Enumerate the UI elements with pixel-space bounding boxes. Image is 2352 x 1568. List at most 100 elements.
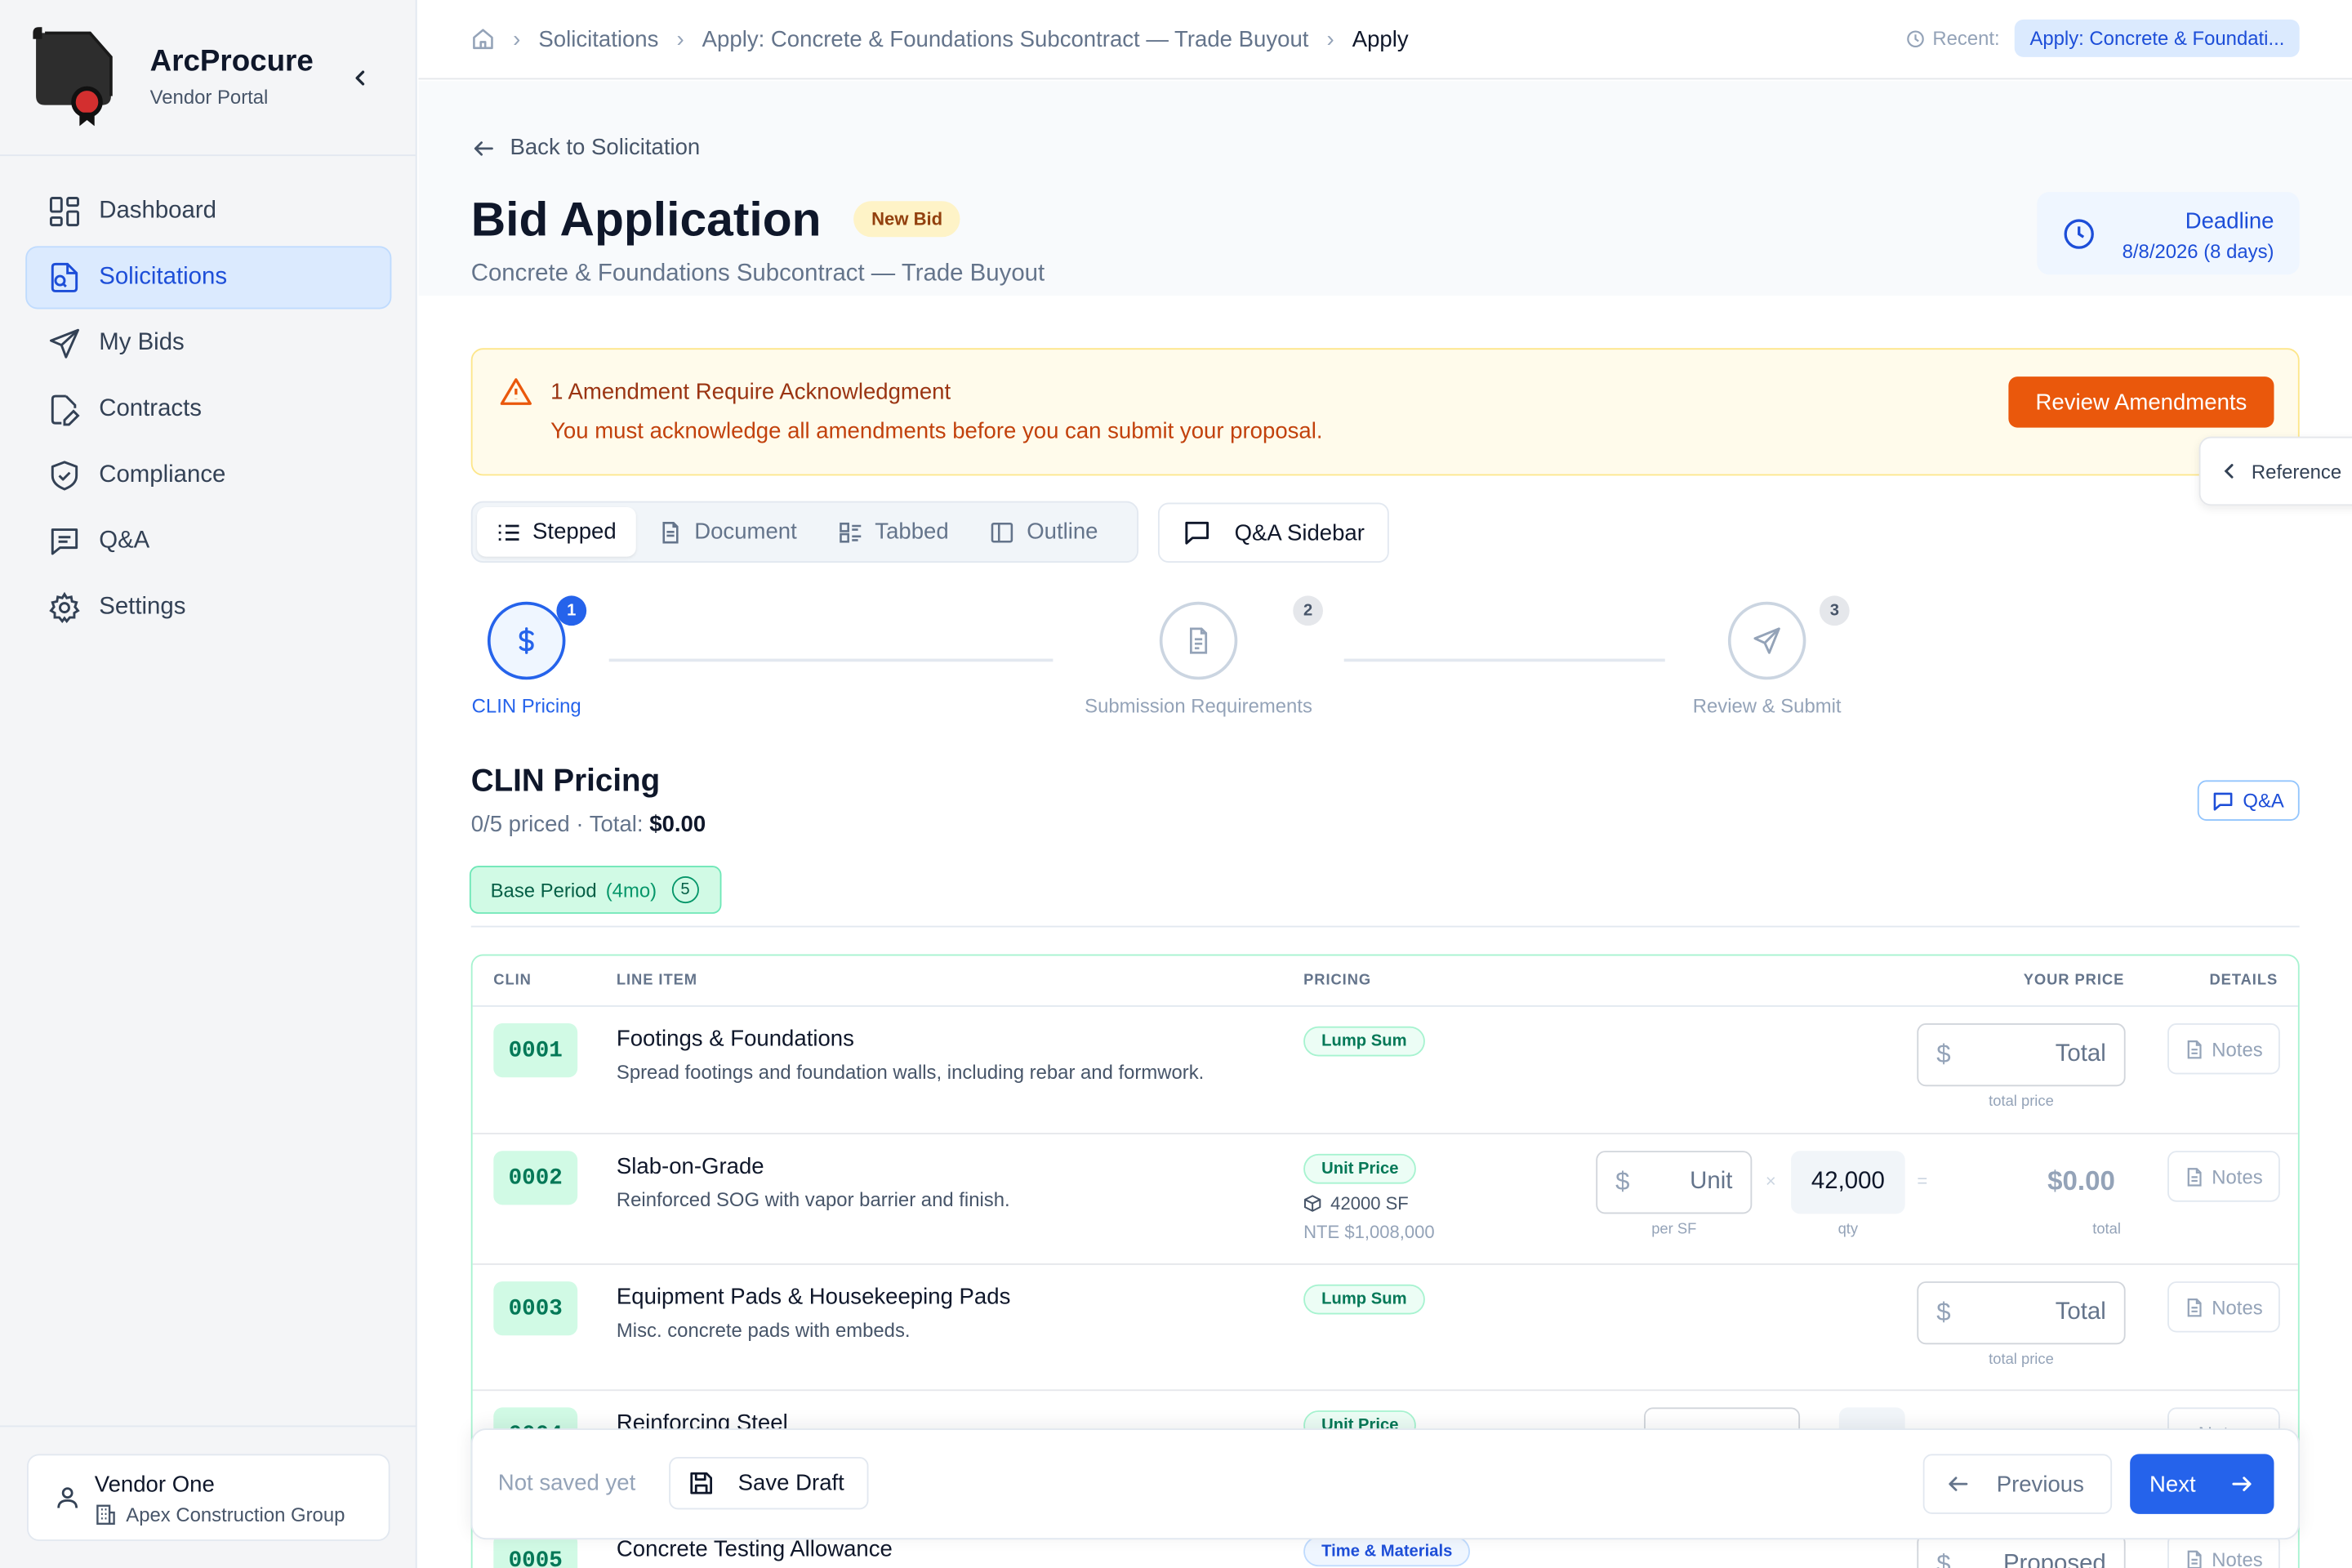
save-icon xyxy=(690,1472,712,1494)
total-price-input[interactable]: $ Total xyxy=(1917,1281,2126,1345)
breadcrumb-solicitations[interactable]: Solicitations xyxy=(538,26,658,51)
input-hint: per SF xyxy=(1651,1221,1697,1238)
review-amendments-button[interactable]: Review Amendments xyxy=(2008,376,2274,428)
topbar: › Solicitations › Apply: Concrete & Foun… xyxy=(418,0,2352,80)
section-total: $0.00 xyxy=(649,811,706,838)
warning-icon xyxy=(500,378,532,405)
action-bar: Not saved yet Save Draft Previous Next xyxy=(470,1428,2300,1540)
document-icon xyxy=(1189,627,1208,654)
file-search-icon xyxy=(51,262,78,292)
file-edit-icon xyxy=(51,394,80,426)
notes-button[interactable]: Notes xyxy=(2167,1151,2280,1202)
user-card[interactable]: Vendor One Apex Construction Group xyxy=(27,1454,390,1541)
clin-number: 0003 xyxy=(493,1281,578,1336)
sidebar-item-settings[interactable]: Settings xyxy=(25,577,391,639)
chevron-left-icon xyxy=(355,70,365,86)
reference-tab[interactable]: Reference xyxy=(2198,436,2352,506)
document-icon xyxy=(2186,1167,2201,1186)
table-row: 0002 Slab-on-Grade Reinforced SOG with v… xyxy=(472,1134,2298,1265)
home-icon[interactable] xyxy=(471,27,495,51)
list-ordered-icon xyxy=(498,523,519,540)
period-count-badge: 5 xyxy=(671,875,699,904)
step-review-submit[interactable]: 3 Review & Submit xyxy=(1677,595,1856,717)
tab-label: Outline xyxy=(1027,519,1098,545)
tab-outline[interactable]: Outline xyxy=(971,507,1117,557)
total-price-input[interactable]: $ Total xyxy=(1917,1023,2126,1087)
user-icon xyxy=(57,1487,78,1508)
input-placeholder: Proposed xyxy=(2002,1551,2106,1568)
step-number: 2 xyxy=(1293,595,1323,626)
section-summary: 0/5 priced · Total: $0.00 xyxy=(471,812,706,837)
clin-number: 0002 xyxy=(493,1151,578,1205)
document-icon xyxy=(662,521,679,543)
sidebar-item-dashboard[interactable]: Dashboard xyxy=(25,180,391,243)
step-submission-requirements[interactable]: 2 Submission Requirements xyxy=(1063,595,1334,717)
send-icon xyxy=(1753,627,1780,654)
page-title: Bid Application xyxy=(470,192,822,247)
alert-title: 1 Amendment Require Acknowledgment xyxy=(550,379,951,406)
deadline-date: 8/8/2026 (8 days) xyxy=(2122,239,2274,263)
tab-base-period[interactable]: Base Period (4mo) 5 xyxy=(469,866,722,914)
clock-icon xyxy=(2064,219,2094,249)
sidebar-item-solicitations[interactable]: Solicitations xyxy=(25,246,392,310)
alert-text: You must acknowledge all amendments befo… xyxy=(550,418,1323,444)
building-icon xyxy=(96,1504,115,1525)
qa-sidebar-label: Q&A Sidebar xyxy=(1234,519,1365,546)
notes-button[interactable]: Notes xyxy=(2167,1281,2280,1333)
back-to-solicitation-link[interactable]: Back to Solicitation xyxy=(471,135,700,161)
notes-button[interactable]: Notes xyxy=(2167,1023,2280,1075)
line-item-title: Slab-on-Grade xyxy=(616,1153,764,1180)
qa-button[interactable]: Q&A xyxy=(2197,780,2300,822)
sidebar-item-qa[interactable]: Q&A xyxy=(25,510,391,573)
priced-summary: 0/5 priced · Total: xyxy=(470,811,644,838)
column-header-your-price: YOUR PRICE xyxy=(2023,972,2125,989)
sidebar-divider xyxy=(0,1425,417,1428)
step-circle xyxy=(487,601,566,680)
arrow-left-icon xyxy=(474,140,493,155)
brand-logo-icon xyxy=(33,27,113,127)
deadline-card: Deadline 8/8/2026 (8 days) xyxy=(2037,192,2300,275)
next-button[interactable]: Next xyxy=(2130,1454,2274,1514)
table-row: 0003 Equipment Pads & Housekeeping Pads … xyxy=(472,1265,2298,1392)
previous-button[interactable]: Previous xyxy=(1922,1454,2113,1514)
collapse-sidebar-button[interactable] xyxy=(345,63,375,93)
step-circle xyxy=(1727,601,1806,680)
save-draft-button[interactable]: Save Draft xyxy=(669,1457,869,1510)
unit-price-input[interactable]: $ Unit xyxy=(1596,1151,1753,1214)
tab-stepped[interactable]: Stepped xyxy=(477,507,636,557)
user-org-label: Apex Construction Group xyxy=(126,1503,345,1526)
nte-amount: NTE $1,008,000 xyxy=(1303,1221,1435,1243)
tab-tabbed[interactable]: Tabbed xyxy=(819,507,968,557)
currency-symbol: $ xyxy=(1936,1040,1951,1069)
sidebar-item-label: Solicitations xyxy=(99,264,228,290)
sidebar-item-label: Contracts xyxy=(99,396,202,422)
pricing-type-badge: Lump Sum xyxy=(1303,1284,1425,1315)
brand-title: ArcProcure xyxy=(149,45,314,78)
package-icon xyxy=(1303,1195,1321,1212)
step-clin-pricing[interactable]: 1 CLIN Pricing xyxy=(450,595,603,717)
dollar-icon xyxy=(519,627,534,654)
main-content: Back to Solicitation Bid Application New… xyxy=(418,81,2352,1568)
multiply-icon: × xyxy=(1765,1170,1776,1192)
sidebar-item-compliance[interactable]: Compliance xyxy=(25,444,391,507)
qa-sidebar-button[interactable]: Q&A Sidebar xyxy=(1157,502,1389,563)
arrow-right-icon xyxy=(2232,1477,2252,1491)
gear-icon xyxy=(49,591,80,624)
sidebar-item-my-bids[interactable]: My Bids xyxy=(25,312,391,375)
sidebar-item-contracts[interactable]: Contracts xyxy=(25,378,391,441)
recent-item[interactable]: Apply: Concrete & Foundati... xyxy=(2015,19,2300,57)
total-hint: total xyxy=(2092,1221,2121,1238)
save-draft-label: Save Draft xyxy=(737,1470,844,1496)
breadcrumb-separator-icon: › xyxy=(676,26,684,52)
sidebar-layout-icon xyxy=(991,522,1014,542)
line-item-title: Footings & Foundations xyxy=(616,1026,854,1052)
input-placeholder: Total xyxy=(2055,1041,2106,1067)
status-badge: New Bid xyxy=(853,201,961,238)
clock-icon xyxy=(1907,29,1925,47)
breadcrumb-solicitation[interactable]: Apply: Concrete & Foundations Subcontrac… xyxy=(702,26,1309,51)
send-icon xyxy=(49,328,79,359)
column-header-line-item: LINE ITEM xyxy=(616,972,697,989)
table-row: 0001 Footings & Foundations Spread footi… xyxy=(472,1007,2298,1135)
tab-document[interactable]: Document xyxy=(639,507,816,557)
tab-label: Stepped xyxy=(532,519,617,545)
